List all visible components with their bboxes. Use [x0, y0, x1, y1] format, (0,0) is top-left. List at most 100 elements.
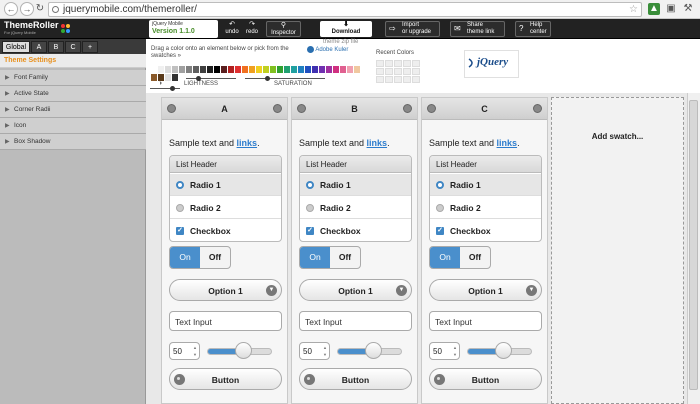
color-swatch[interactable] — [284, 66, 290, 73]
swatch-menu-icon[interactable] — [297, 104, 306, 113]
color-swatch[interactable] — [186, 66, 192, 73]
radio-1[interactable]: Radio 1 — [170, 174, 281, 196]
color-swatch[interactable] — [347, 66, 353, 73]
radio-2[interactable]: Radio 2 — [300, 197, 411, 219]
sample-link[interactable]: links — [497, 138, 518, 148]
download-button[interactable]: ⬇ Download — [320, 21, 372, 37]
color-swatch[interactable] — [354, 66, 360, 73]
color-swatch[interactable] — [305, 66, 311, 73]
lightness-track[interactable] — [186, 78, 236, 79]
color-swatch[interactable] — [221, 66, 227, 73]
scrollbar-thumb[interactable] — [689, 100, 698, 390]
undo-button[interactable]: ↶ undo — [222, 21, 242, 37]
on-off-toggle[interactable]: On Off — [169, 246, 231, 269]
color-swatch[interactable] — [200, 66, 206, 73]
checkbox[interactable]: ✓ Checkbox — [300, 220, 411, 241]
tab-a[interactable]: A — [31, 41, 47, 53]
color-swatch[interactable] — [235, 66, 241, 73]
spin-down-icon[interactable]: ▼ — [452, 352, 458, 358]
color-swatch[interactable] — [179, 66, 185, 73]
adobe-kuler-link[interactable]: Adobe Kuler — [307, 46, 348, 53]
color-swatch[interactable] — [207, 66, 213, 73]
color-swatch[interactable] — [270, 66, 276, 73]
recent-colors-grid[interactable] — [376, 60, 421, 83]
share-button[interactable]: ✉ Share theme link — [450, 21, 505, 37]
sample-button[interactable]: Button — [299, 368, 412, 390]
back-arrow-icon[interactable]: ← — [4, 2, 18, 16]
color-swatch[interactable] — [249, 66, 255, 73]
swatch-close-icon[interactable] — [533, 104, 542, 113]
swatch-menu-icon[interactable] — [427, 104, 436, 113]
select-menu[interactable]: Option 1 ▼ — [169, 279, 282, 301]
spin-up-icon[interactable]: ▲ — [452, 345, 458, 351]
tab-global[interactable]: Global — [2, 41, 30, 53]
color-swatch[interactable] — [298, 66, 304, 73]
color-swatch[interactable] — [319, 66, 325, 73]
color-swatch[interactable] — [165, 66, 171, 73]
panel-item-active-state[interactable]: ▶ Active State — [0, 86, 146, 102]
slider-number-input[interactable]: 50 ▲ ▼ — [169, 342, 200, 360]
spin-down-icon[interactable]: ▼ — [322, 352, 328, 358]
toggle-off[interactable]: Off — [330, 247, 360, 268]
extension-icon[interactable]: ▲ — [648, 3, 660, 15]
help-button[interactable]: ? Help center — [515, 21, 551, 37]
color-swatch[interactable] — [340, 66, 346, 73]
star-icon[interactable]: ☆ — [629, 4, 638, 15]
color-swatch[interactable] — [172, 66, 178, 73]
toggle-on[interactable]: On — [300, 247, 330, 268]
panel-item-corner-radii[interactable]: ▶ Corner Radii — [0, 102, 146, 118]
spin-down-icon[interactable]: ▼ — [192, 352, 198, 358]
swatch-close-icon[interactable] — [403, 104, 412, 113]
radio-2[interactable]: Radio 2 — [430, 197, 541, 219]
radio-2[interactable]: Radio 2 — [170, 197, 281, 219]
spin-up-icon[interactable]: ▲ — [192, 345, 198, 351]
panel-item-icon[interactable]: ▶ Icon — [0, 118, 146, 134]
select-menu[interactable]: Option 1 ▼ — [299, 279, 412, 301]
color-swatch[interactable] — [151, 74, 157, 81]
color-swatch[interactable] — [228, 66, 234, 73]
color-swatch[interactable] — [263, 66, 269, 73]
slider-number-input[interactable]: 50 ▲ ▼ — [429, 342, 460, 360]
radio-1[interactable]: Radio 1 — [300, 174, 411, 196]
page-icon[interactable]: ▣ — [665, 3, 677, 15]
color-swatch[interactable] — [242, 66, 248, 73]
add-swatch-panel[interactable]: Add swatch... — [551, 97, 684, 404]
contrast-track[interactable] — [150, 88, 180, 89]
text-input[interactable]: Text Input — [299, 311, 412, 331]
on-off-toggle[interactable]: On Off — [299, 246, 361, 269]
text-input[interactable]: Text Input — [429, 311, 542, 331]
radio-1[interactable]: Radio 1 — [430, 174, 541, 196]
wrench-icon[interactable]: ⚒ — [682, 3, 694, 15]
sample-button[interactable]: Button — [169, 368, 282, 390]
checkbox[interactable]: ✓ Checkbox — [170, 220, 281, 241]
color-swatch[interactable] — [214, 66, 220, 73]
text-input[interactable]: Text Input — [169, 311, 282, 331]
spin-up-icon[interactable]: ▲ — [322, 345, 328, 351]
sample-button[interactable]: Button — [429, 368, 542, 390]
address-bar[interactable]: jquerymobile.com/themeroller/ ☆ — [48, 2, 642, 17]
saturation-track[interactable] — [245, 78, 325, 79]
tab-add[interactable]: + — [82, 41, 98, 53]
tab-b[interactable]: B — [48, 41, 64, 53]
color-swatch[interactable] — [193, 66, 199, 73]
redo-button[interactable]: ↷ redo — [243, 21, 261, 37]
color-swatch[interactable] — [256, 66, 262, 73]
import-button[interactable]: ⇨ Import or upgrade — [385, 21, 440, 37]
on-off-toggle[interactable]: On Off — [429, 246, 491, 269]
color-swatch[interactable] — [165, 74, 171, 81]
sample-link[interactable]: links — [237, 138, 258, 148]
slider-handle[interactable] — [495, 342, 512, 359]
swatch-close-icon[interactable] — [273, 104, 282, 113]
color-swatch[interactable] — [333, 66, 339, 73]
color-swatch[interactable] — [291, 66, 297, 73]
toggle-on[interactable]: On — [430, 247, 460, 268]
forward-arrow-icon[interactable]: → — [20, 2, 34, 16]
color-swatch[interactable] — [326, 66, 332, 73]
panel-item-box-shadow[interactable]: ▶ Box Shadow — [0, 134, 146, 150]
color-swatch[interactable] — [277, 66, 283, 73]
swatch-menu-icon[interactable] — [167, 104, 176, 113]
reload-icon[interactable]: ↻ — [34, 3, 46, 15]
saturation-knob[interactable] — [265, 76, 270, 81]
color-swatch[interactable] — [151, 66, 157, 73]
sample-link[interactable]: links — [367, 138, 388, 148]
